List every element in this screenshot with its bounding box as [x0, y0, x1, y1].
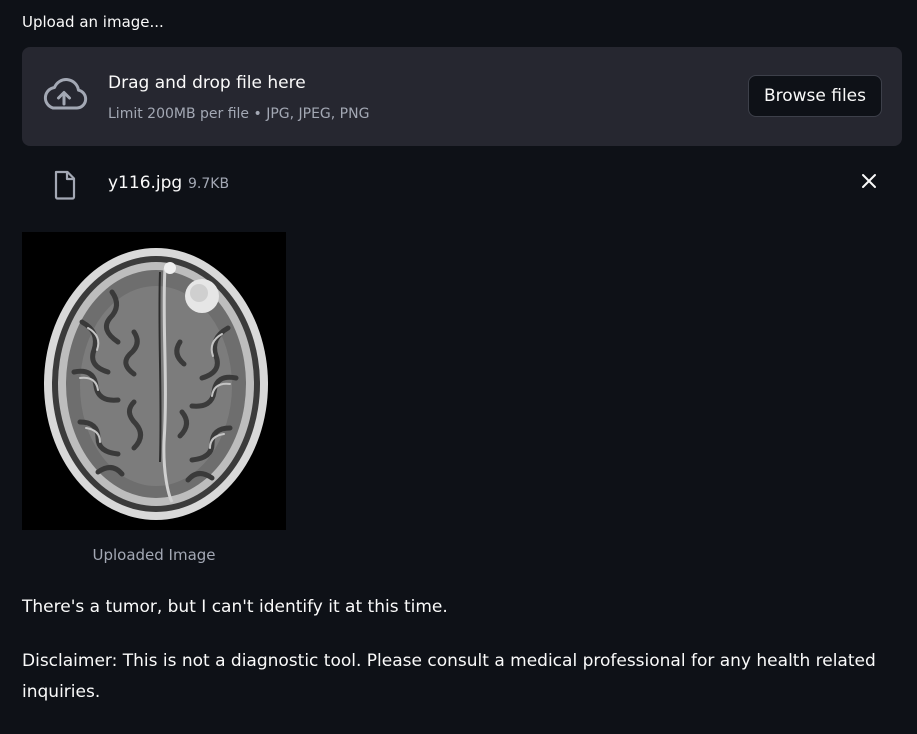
file-name: y116.jpg [108, 173, 183, 193]
dropzone-title: Drag and drop file here [108, 73, 306, 93]
dropzone-limits: Limit 200MB per file • JPG, JPEG, PNG [108, 106, 370, 122]
app-page: Upload an image... Drag and drop file he… [0, 0, 917, 734]
file-dropzone[interactable]: Drag and drop file here Limit 200MB per … [22, 47, 902, 146]
uploaded-image [22, 232, 286, 530]
brain-mri-image [22, 232, 286, 530]
disclaimer-text: Disclaimer: This is not a diagnostic too… [22, 651, 876, 702]
upload-label: Upload an image... [22, 13, 164, 31]
browse-files-button[interactable]: Browse files [747, 75, 882, 117]
file-icon [54, 170, 76, 200]
prediction-result: There's a tumor, but I can't identify it… [22, 597, 448, 617]
image-caption: Uploaded Image [92, 546, 216, 564]
close-icon[interactable] [858, 170, 880, 192]
cloud-upload-icon [43, 78, 88, 110]
uploaded-file-row: y116.jpg 9.7KB [22, 160, 902, 206]
file-size: 9.7KB [188, 176, 230, 192]
